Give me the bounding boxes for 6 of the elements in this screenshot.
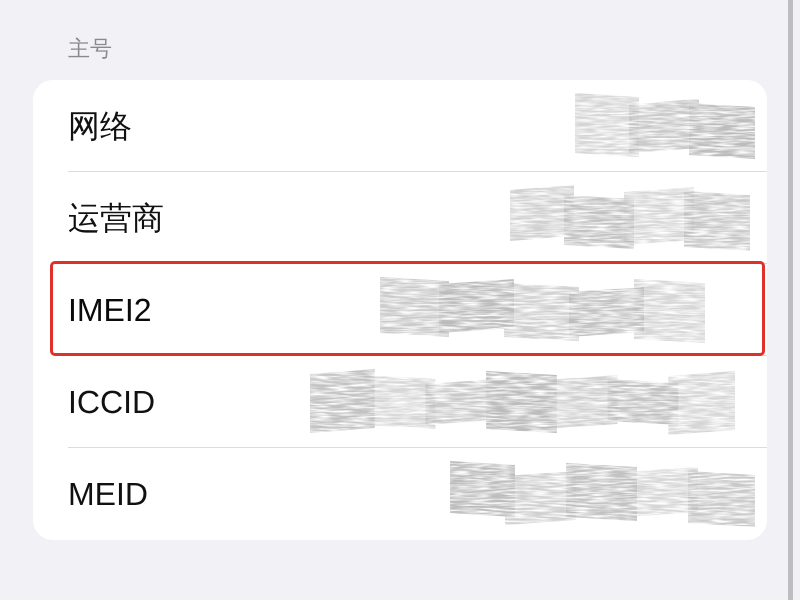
section-header: 主号 [68,36,112,61]
row-label: IMEI2 [68,290,152,330]
row-label: 网络 [68,106,132,146]
row-label: 运营商 [68,198,164,238]
row-label: MEID [68,475,148,514]
row-label: ICCID [68,382,156,422]
